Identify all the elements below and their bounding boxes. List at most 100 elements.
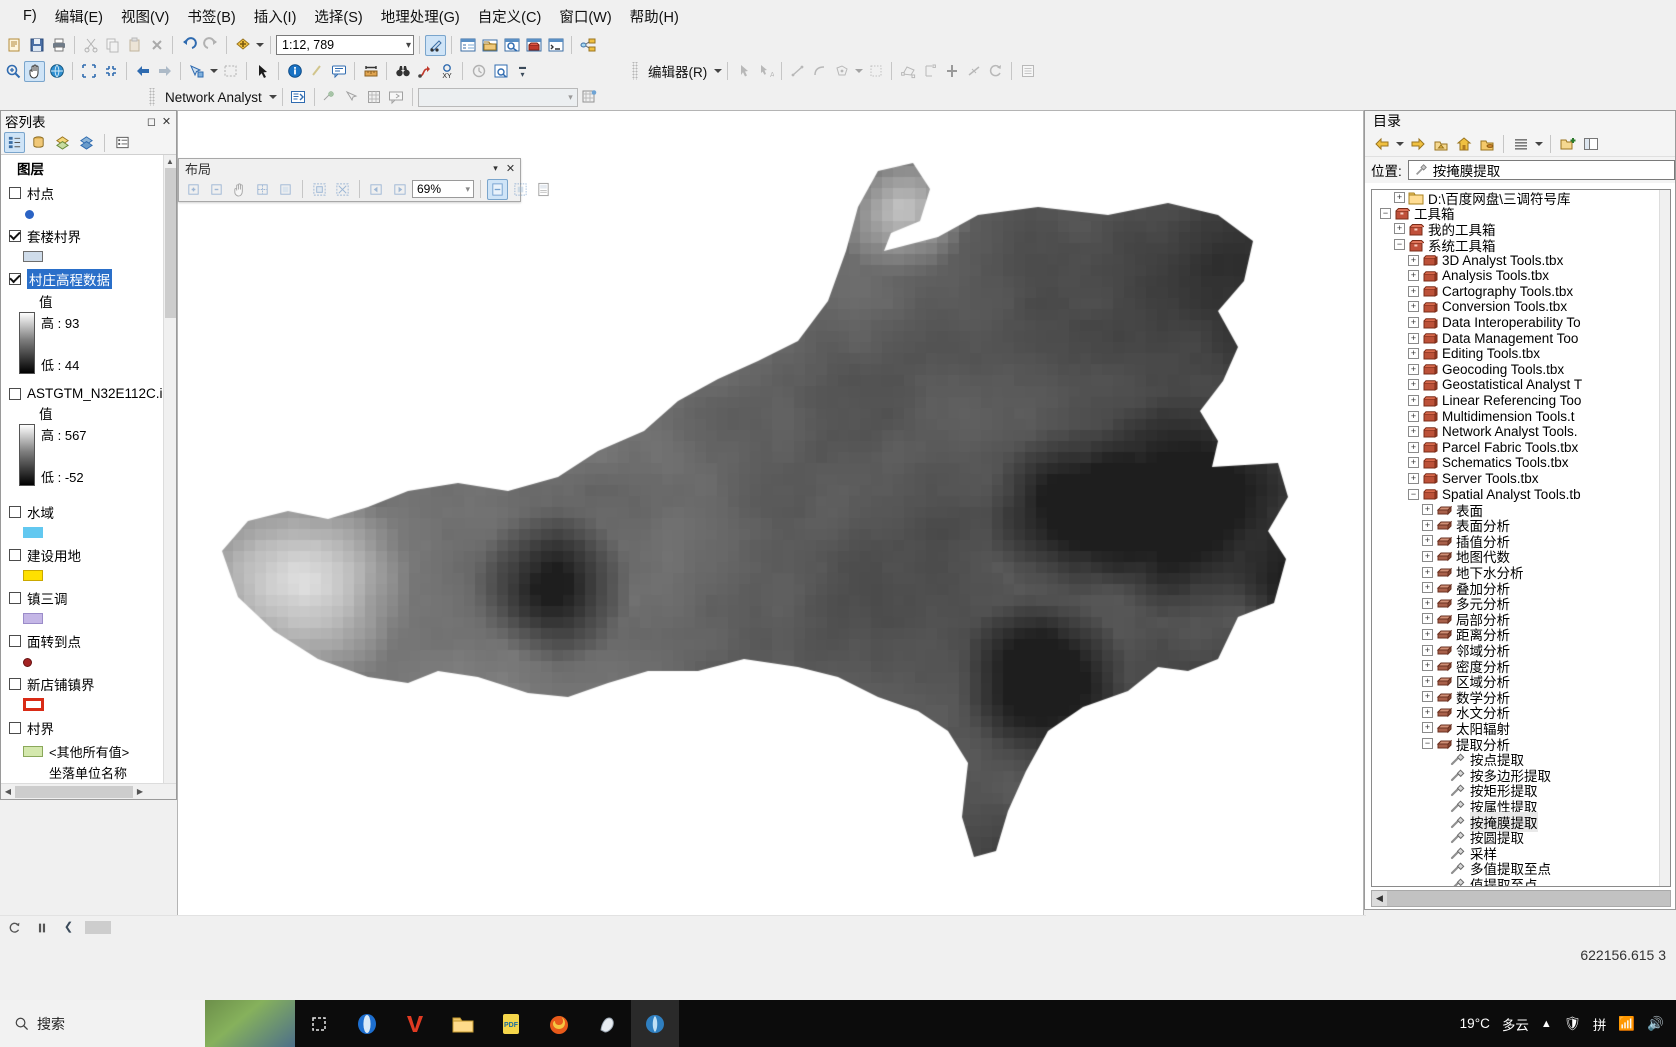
- layer-checkbox[interactable]: [9, 635, 21, 647]
- focus-data-frame-icon[interactable]: [510, 179, 531, 200]
- catalog-tree-node[interactable]: + Editing Tools.tbx: [1372, 346, 1659, 362]
- catalog-vertical-scrollbar[interactable]: [1659, 190, 1670, 886]
- layer-checkbox[interactable]: [9, 187, 21, 199]
- catalog-tree-node-label[interactable]: Multidimension Tools.t: [1442, 409, 1575, 424]
- layer-checkbox[interactable]: [9, 273, 21, 285]
- taskbar-search-box[interactable]: 搜索: [0, 1000, 205, 1047]
- map-canvas[interactable]: [177, 110, 1364, 927]
- catalog-tree-node[interactable]: + 太阳辐射: [1372, 720, 1659, 737]
- layout-go-back-icon[interactable]: [366, 179, 387, 200]
- expand-node-icon[interactable]: +: [1408, 254, 1419, 266]
- weather-temp[interactable]: 19°C: [1460, 1016, 1490, 1031]
- catalog-tree-node[interactable]: + Server Tools.tbx: [1372, 471, 1659, 487]
- layout-zoom-combo[interactable]: 69% ▾: [412, 180, 474, 198]
- full-extent-globe-icon[interactable]: [46, 61, 67, 82]
- go-to-xy-icon[interactable]: XY: [436, 61, 457, 82]
- toc-layer-zhensandiao[interactable]: 镇三调: [1, 586, 176, 610]
- network-analyst-grip[interactable]: [149, 88, 155, 106]
- toc-layer-mianzhuandian[interactable]: 面转到点: [1, 629, 176, 653]
- catalog-tree-node[interactable]: + Conversion Tools.tbx: [1372, 299, 1659, 315]
- expand-node-icon[interactable]: +: [1408, 395, 1419, 407]
- expand-node-icon[interactable]: +: [1422, 504, 1433, 516]
- select-features-icon[interactable]: [186, 61, 207, 82]
- identify-icon[interactable]: [284, 61, 305, 82]
- layer-checkbox[interactable]: [9, 387, 21, 400]
- expand-node-icon[interactable]: +: [1422, 722, 1433, 734]
- expand-node-icon[interactable]: +: [1422, 644, 1433, 656]
- tray-security-icon[interactable]: 🛡: [1564, 1016, 1581, 1032]
- catalog-tree-node[interactable]: + Linear Referencing Too: [1372, 393, 1659, 409]
- layout-go-forward-icon[interactable]: [389, 179, 410, 200]
- layer-name[interactable]: ASTGTM_N32E112C.img: [27, 386, 176, 401]
- catalog-tree-node[interactable]: + Data Management Too: [1372, 330, 1659, 346]
- status-progress-thumb[interactable]: [85, 921, 111, 934]
- editor-toolbar-toggle-icon[interactable]: [425, 34, 446, 56]
- menu-customize[interactable]: 自定义(C): [469, 2, 551, 31]
- catalog-tree-node[interactable]: + Parcel Fabric Tools.tbx: [1372, 440, 1659, 456]
- chevron-down-icon[interactable]: ▾: [406, 40, 411, 51]
- tray-network-icon[interactable]: 📶: [1618, 1016, 1635, 1032]
- add-data-icon[interactable]: [232, 35, 253, 56]
- catalog-tree-node[interactable]: + 数学分析: [1372, 689, 1659, 706]
- app-icon-sogou[interactable]: [583, 1000, 631, 1047]
- layout-zoom-out-icon[interactable]: [206, 179, 227, 200]
- catalog-tree-node[interactable]: + 我的工具箱: [1372, 221, 1659, 238]
- app-icon-file-explorer[interactable]: [439, 1000, 487, 1047]
- toc-layer-list[interactable]: 图层 村点 套楼村界 村庄高程数据 值 高 : 93 低 : 44 ASTGTM…: [1, 155, 176, 783]
- tray-expand-icon[interactable]: ▲: [1541, 1018, 1552, 1030]
- list-by-visibility-icon[interactable]: [52, 132, 73, 153]
- layer-name[interactable]: 水域: [27, 502, 54, 522]
- catalog-tree-node-label[interactable]: Editing Tools.tbx: [1442, 346, 1540, 361]
- catalog-tree-node[interactable]: + 水文分析: [1372, 705, 1659, 721]
- catalog-back-icon[interactable]: [1371, 133, 1392, 154]
- catalog-up-one-level-icon[interactable]: [1430, 133, 1451, 154]
- tray-input-method-icon[interactable]: 拼: [1593, 1014, 1607, 1034]
- collapse-node-icon[interactable]: −: [1408, 488, 1419, 500]
- catalog-tree-node[interactable]: + 距离分析: [1372, 627, 1659, 643]
- network-analyst-menu-label[interactable]: Network Analyst: [159, 90, 268, 105]
- search-window-icon[interactable]: [501, 35, 522, 56]
- layer-name[interactable]: 套楼村界: [27, 226, 81, 246]
- catalog-horizontal-scrollbar[interactable]: ◀: [1371, 890, 1671, 907]
- scroll-thumb[interactable]: [165, 168, 176, 318]
- catalog-tree-node[interactable]: 按圆提取: [1372, 829, 1659, 846]
- expand-node-icon[interactable]: +: [1422, 706, 1433, 718]
- editor-menu-label[interactable]: 编辑器(R): [642, 61, 713, 81]
- catalog-tree-node-label[interactable]: Conversion Tools.tbx: [1442, 299, 1567, 314]
- scroll-up-arrow-icon[interactable]: ▲: [164, 155, 176, 168]
- catalog-tree-node-label[interactable]: Schematics Tools.tbx: [1442, 455, 1569, 470]
- expand-node-icon[interactable]: +: [1408, 348, 1419, 360]
- model-builder-icon[interactable]: [577, 35, 598, 56]
- catalog-tree-node-label[interactable]: Data Management Too: [1442, 331, 1578, 346]
- catalog-tree-node[interactable]: + Geocoding Tools.tbx: [1372, 362, 1659, 378]
- catalog-tree-node[interactable]: 值提取至点: [1372, 876, 1659, 886]
- layout-toolbar-close-icon[interactable]: ✕: [503, 161, 518, 176]
- measure-icon[interactable]: [360, 61, 381, 82]
- expand-node-icon[interactable]: +: [1408, 332, 1419, 344]
- menu-help[interactable]: 帮助(H): [621, 2, 688, 31]
- find-binoculars-icon[interactable]: [392, 61, 413, 82]
- expand-node-icon[interactable]: +: [1408, 457, 1419, 469]
- undo-icon[interactable]: [178, 35, 199, 56]
- menu-bookmarks[interactable]: 书签(B): [178, 2, 244, 31]
- layout-zoom-in-icon[interactable]: [183, 179, 204, 200]
- editor-dropdown-icon[interactable]: [714, 69, 723, 73]
- catalog-tree-node-label[interactable]: Server Tools.tbx: [1442, 471, 1539, 486]
- catalog-tree-node[interactable]: + 局部分析: [1372, 611, 1659, 628]
- catalog-tree-node-label[interactable]: Linear Referencing Too: [1442, 393, 1581, 408]
- expand-node-icon[interactable]: +: [1422, 519, 1433, 531]
- network-analyst-window-icon[interactable]: [288, 87, 309, 108]
- new-map-icon[interactable]: [4, 35, 25, 56]
- catalog-tree-node[interactable]: + Data Interoperability To: [1372, 315, 1659, 331]
- menu-window[interactable]: 窗口(W): [550, 2, 620, 31]
- catalog-view-dropdown-icon[interactable]: [1533, 141, 1544, 146]
- taskbar-widget-image[interactable]: [205, 1000, 295, 1047]
- fixed-zoom-in-icon[interactable]: [78, 61, 99, 82]
- app-icon-pdf-reader[interactable]: PDF: [487, 1000, 535, 1047]
- go-back-extent-icon[interactable]: [132, 61, 153, 82]
- layer-name[interactable]: 新店铺镇界: [27, 674, 95, 694]
- catalog-tree-node[interactable]: + 邻域分析: [1372, 642, 1659, 659]
- toolbar-overflow-icon[interactable]: ▬ ▾: [512, 61, 533, 82]
- expand-node-icon[interactable]: +: [1422, 613, 1433, 625]
- layer-checkbox[interactable]: [9, 678, 21, 690]
